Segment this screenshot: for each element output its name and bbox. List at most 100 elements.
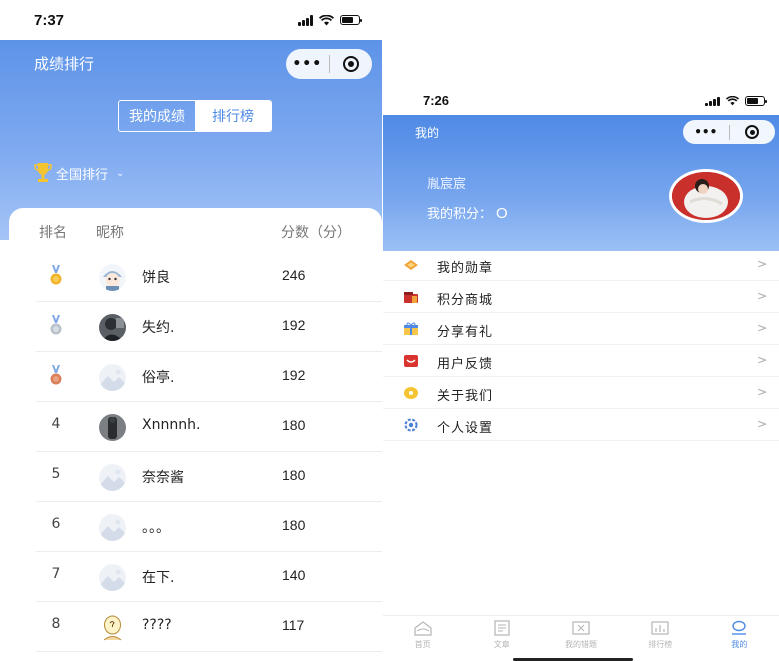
chevron-down-icon: ⌄ [116, 167, 125, 179]
table-row[interactable]: 饼良 246 [36, 252, 382, 302]
row-score: 246 [282, 267, 306, 283]
more-button[interactable]: ••• [683, 125, 729, 139]
menu-item-share[interactable]: 分享有礼 > [383, 313, 779, 345]
avatar [99, 514, 126, 541]
leaderboard-icon [651, 621, 669, 635]
leaderboard-screen: 7:37 成绩排行 ••• 我的成绩 排行榜 全国排行 ⌄ 排名 昵称 分数（分… [0, 0, 382, 661]
about-icon [404, 387, 418, 399]
tab-articles[interactable]: 文章 [462, 616, 541, 661]
avatar [99, 314, 126, 341]
avatar [99, 564, 126, 591]
bronze-medal-icon [50, 365, 62, 385]
row-rank: 4 [51, 416, 61, 432]
row-score: 117 [282, 617, 305, 633]
more-button[interactable]: ••• [286, 56, 329, 72]
table-row[interactable]: 6 。。。 180 [36, 502, 382, 552]
row-rank: 8 [51, 616, 61, 632]
chevron-right-icon: > [756, 385, 767, 399]
trophy-icon [34, 163, 52, 182]
chevron-right-icon: > [756, 257, 767, 271]
points-display: 我的积分： O [427, 203, 508, 222]
battery-icon [745, 95, 767, 106]
tab-label: 我的 [731, 640, 748, 649]
row-nickname: 在下. [142, 570, 175, 586]
tab-leaderboard[interactable]: 排行榜 [195, 101, 271, 131]
row-nickname: 饼良 [142, 270, 170, 286]
avatar [99, 264, 126, 291]
menu-label: 分享有礼 [437, 325, 494, 340]
avatar[interactable] [669, 169, 743, 223]
table-row[interactable]: 失约. 192 [36, 302, 382, 352]
tab-home[interactable]: 首页 [383, 616, 462, 661]
home-icon [413, 621, 432, 636]
row-score: 192 [282, 317, 306, 333]
status-bar: 7:26 [383, 83, 779, 117]
row-nickname: ???? [142, 617, 172, 633]
row-nickname: 失约. [142, 320, 175, 336]
table-header: 排名 昵称 分数（分） [9, 222, 382, 242]
row-score: 180 [282, 517, 306, 533]
scope-dropdown[interactable]: 全国排行 ⌄ [34, 162, 124, 184]
menu-item-shop[interactable]: 积分商城 > [383, 281, 779, 313]
miniprogram-capsule: ••• [683, 120, 775, 144]
menu-label: 个人设置 [437, 421, 494, 436]
menu-label: 我的勋章 [437, 261, 494, 276]
medal-icon [404, 260, 418, 270]
avatar [99, 464, 126, 491]
chevron-right-icon: > [756, 289, 767, 303]
table-row[interactable]: 俗亭. 192 [36, 352, 382, 402]
signal-icon [705, 95, 720, 106]
profile-screen: 7:26 我的 ••• 胤宸宸 我的积分： O 我的勋章 > 积分商城 > 分享… [383, 83, 779, 661]
row-score: 140 [282, 567, 306, 583]
leaderboard-table: 排名 昵称 分数（分） 饼良 246 失约. 192 俗亭. 192 4 Xnn… [9, 208, 382, 661]
shop-icon [404, 292, 418, 303]
avatar [99, 414, 126, 441]
column-score: 分数（分） [281, 225, 351, 241]
bottom-tab-bar: 首页 文章 我的错题 排行榜 我的 [383, 615, 779, 661]
tab-label: 我的错题 [565, 640, 597, 649]
chevron-right-icon: > [756, 321, 767, 335]
row-nickname: Xnnnnh. [142, 417, 201, 433]
table-row[interactable]: 4 Xnnnnh. 180 [36, 402, 382, 452]
close-button[interactable] [730, 125, 776, 139]
wifi-icon [319, 14, 334, 25]
gift-icon [404, 322, 418, 335]
settings-icon [404, 418, 418, 432]
tab-wrong-questions[interactable]: 我的错题 [541, 616, 620, 661]
signal-icon [298, 14, 313, 26]
battery-icon [340, 15, 362, 25]
username: 胤宸宸 [427, 177, 467, 192]
miniprogram-capsule: ••• [286, 49, 372, 79]
menu-item-medals[interactable]: 我的勋章 > [383, 249, 779, 281]
table-row[interactable]: 8 ???? 117 [36, 602, 382, 652]
profile-header: 我的 ••• 胤宸宸 我的积分： O [383, 115, 779, 251]
status-time: 7:37 [34, 11, 65, 29]
row-score: 192 [282, 367, 306, 383]
profile-icon [732, 620, 747, 635]
row-rank: 7 [51, 566, 61, 582]
close-button[interactable] [330, 56, 373, 72]
chevron-right-icon: > [756, 353, 767, 367]
tab-profile[interactable]: 我的 [700, 616, 779, 661]
status-bar: 7:37 [0, 0, 382, 40]
table-row[interactable]: 7 在下. 140 [36, 552, 382, 602]
tab-my-scores[interactable]: 我的成绩 [119, 101, 195, 131]
points-value: O [496, 205, 508, 222]
row-nickname: 奈奈酱 [142, 470, 184, 486]
score-tab-switcher: 我的成绩 排行榜 [118, 100, 272, 132]
close-target-icon [342, 56, 359, 72]
row-rank: 6 [51, 516, 61, 532]
menu-label: 用户反馈 [437, 357, 494, 372]
gold-medal-icon [50, 265, 62, 285]
table-row[interactable]: 5 奈奈酱 180 [36, 452, 382, 502]
menu-item-feedback[interactable]: 用户反馈 > [383, 345, 779, 377]
menu-item-about[interactable]: 关于我们 > [383, 377, 779, 409]
points-label: 我的积分： [427, 207, 493, 222]
row-score: 180 [282, 417, 306, 433]
menu-label: 积分商城 [437, 293, 494, 308]
menu-item-settings[interactable]: 个人设置 > [383, 409, 779, 441]
tab-leaderboard[interactable]: 排行榜 [621, 616, 700, 661]
avatar [99, 364, 126, 391]
column-rank: 排名 [39, 225, 67, 241]
system-icons [705, 95, 767, 106]
